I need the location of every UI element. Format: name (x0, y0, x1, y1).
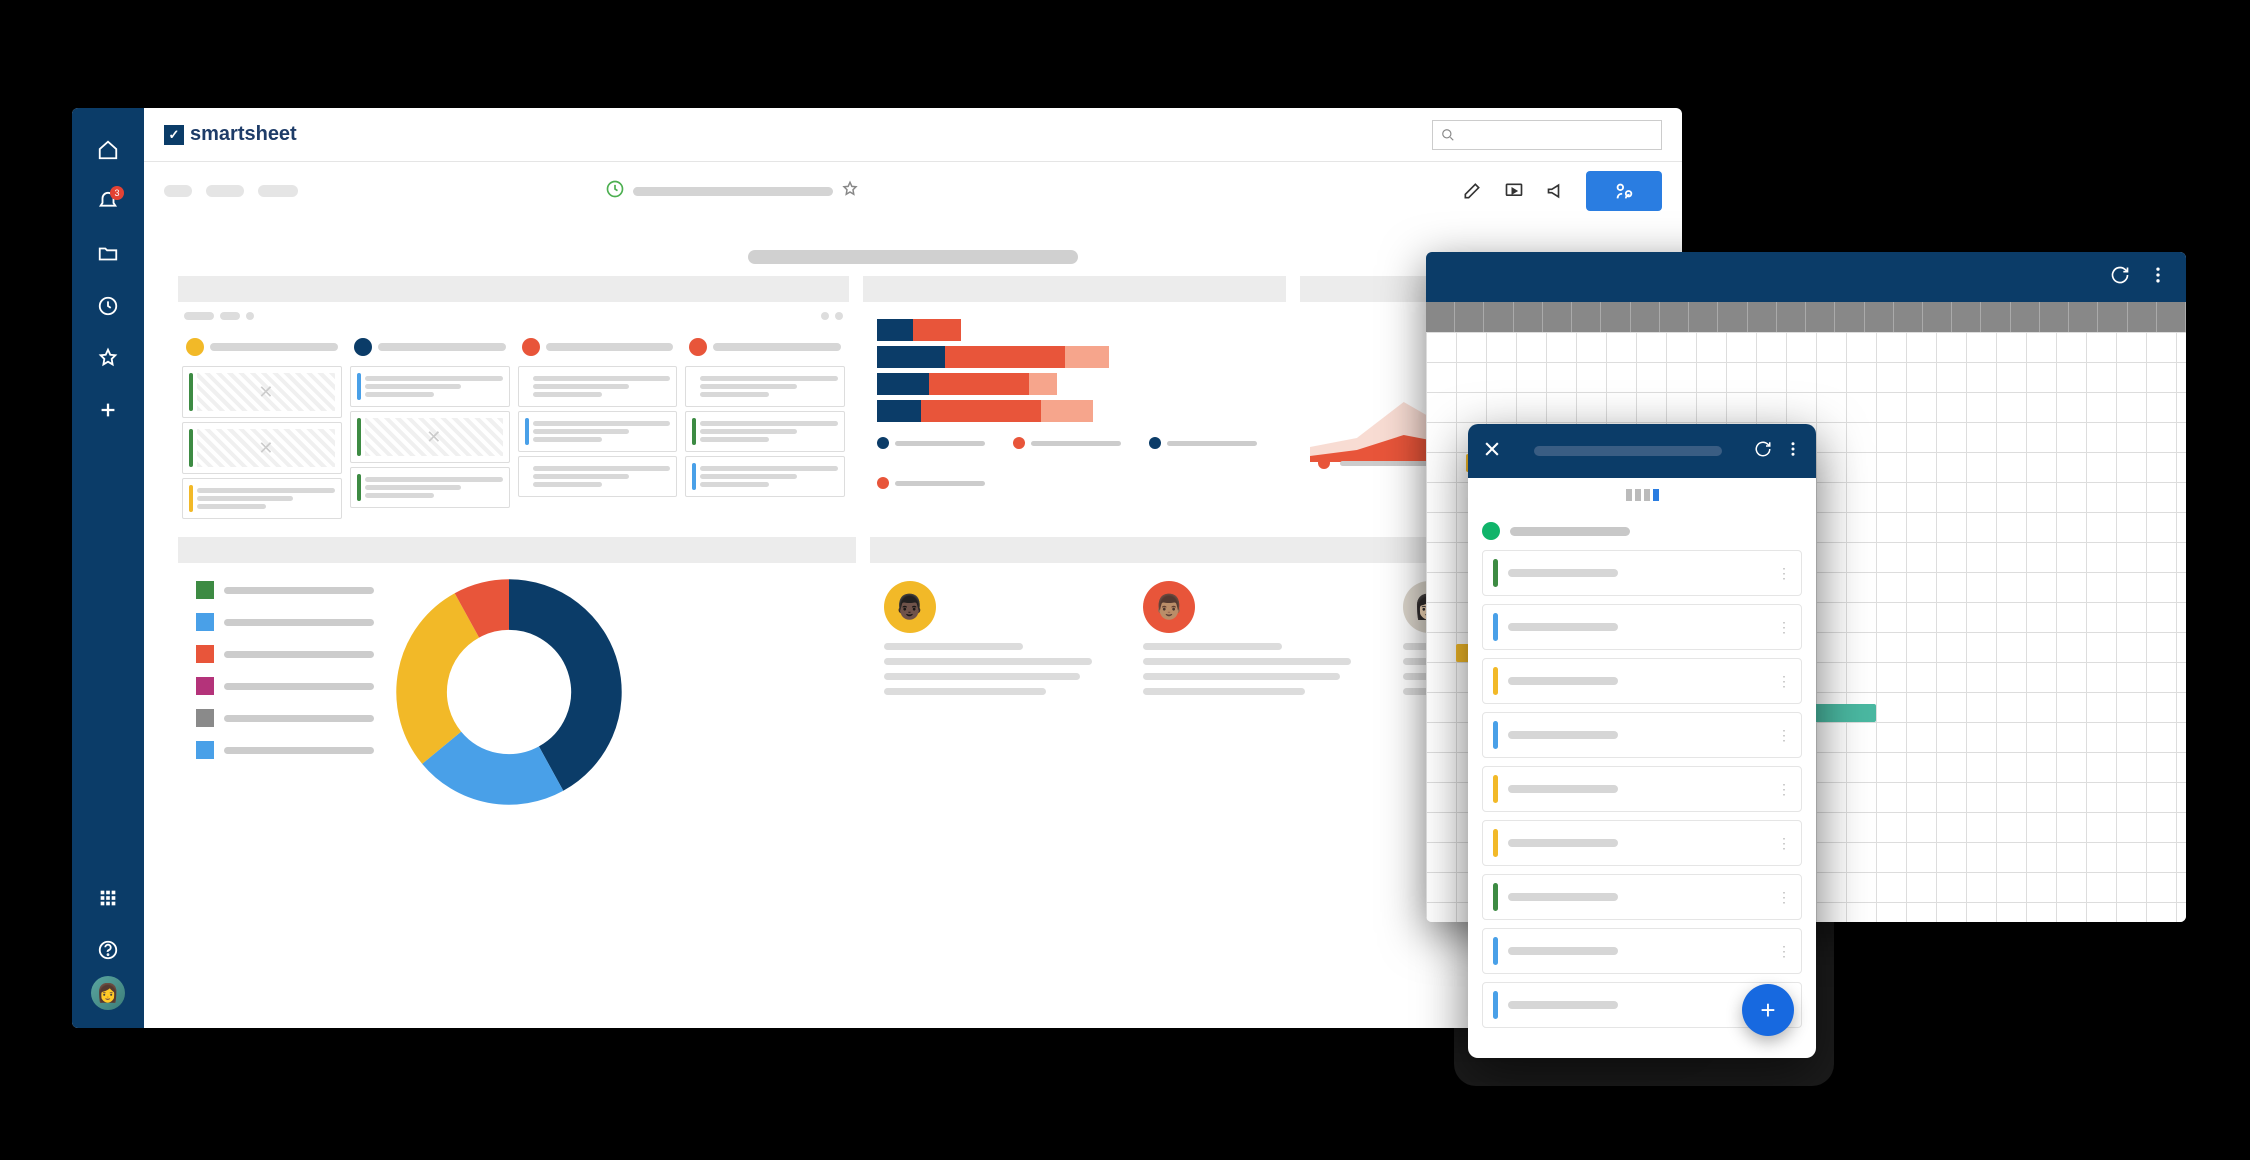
donut-widget (178, 537, 856, 807)
present-icon[interactable] (1502, 179, 1526, 203)
kanban-card[interactable] (518, 366, 678, 407)
kanban-card[interactable] (182, 478, 342, 519)
list-item[interactable]: ⋮ (1482, 658, 1802, 704)
kanban-card[interactable] (350, 467, 510, 508)
home-icon[interactable] (88, 130, 128, 170)
kanban-card[interactable] (182, 422, 342, 474)
brand-name: smartsheet (190, 123, 297, 146)
person-card[interactable]: 👨🏽 (1143, 581, 1374, 703)
more-icon[interactable] (1784, 440, 1802, 463)
refresh-icon[interactable] (2110, 265, 2130, 290)
kanban-card[interactable] (518, 411, 678, 452)
refresh-icon[interactable] (1754, 440, 1772, 463)
list-item[interactable]: ⋮ (1482, 712, 1802, 758)
list-item[interactable]: ⋮ (1482, 928, 1802, 974)
status-dot-icon (1482, 522, 1500, 540)
donut-legend (196, 577, 374, 759)
mobile-toolbar (1468, 424, 1816, 478)
notifications-icon[interactable]: 3 (88, 182, 128, 222)
close-icon[interactable] (1482, 439, 1502, 464)
kanban-column[interactable] (178, 332, 346, 523)
person-card[interactable]: 👨🏿 (884, 581, 1115, 703)
legend-item (196, 613, 374, 631)
share-button[interactable] (1586, 171, 1662, 211)
kanban-card[interactable] (350, 366, 510, 407)
notification-badge: 3 (110, 186, 124, 200)
status-label (1510, 527, 1630, 536)
topbar: smartsheet (144, 108, 1682, 162)
brand-logo[interactable]: smartsheet (164, 123, 297, 146)
legend-item (196, 741, 374, 759)
legend-item (196, 581, 374, 599)
favorites-icon[interactable] (88, 338, 128, 378)
star-icon[interactable] (841, 180, 859, 203)
kanban-card[interactable] (518, 456, 678, 497)
kanban-column[interactable] (346, 332, 514, 523)
list-item[interactable]: ⋮ (1482, 766, 1802, 812)
list-item[interactable]: ⋮ (1482, 874, 1802, 920)
announce-icon[interactable] (1544, 179, 1568, 203)
edit-icon[interactable] (1460, 179, 1484, 203)
breadcrumb[interactable] (206, 185, 244, 197)
recent-icon[interactable] (88, 286, 128, 326)
bar-chart-widget (863, 276, 1286, 523)
mobile-view: ⋮⋮⋮⋮⋮⋮⋮⋮⋮ + (1468, 424, 1816, 1058)
donut-chart (394, 577, 624, 807)
gantt-toolbar (1426, 252, 2186, 302)
search-icon (1441, 128, 1455, 142)
kanban-card[interactable] (182, 366, 342, 418)
apps-icon[interactable] (88, 878, 128, 918)
logo-mark-icon (164, 125, 184, 145)
legend-item (196, 645, 374, 663)
mobile-tabs[interactable] (1468, 478, 1816, 512)
clock-icon (605, 179, 625, 204)
kanban-board[interactable] (178, 324, 849, 523)
gantt-ruler (1426, 302, 2186, 332)
kanban-card[interactable] (685, 366, 845, 407)
bar-chart (863, 302, 1286, 495)
mobile-list: ⋮⋮⋮⋮⋮⋮⋮⋮⋮ (1468, 550, 1816, 1058)
add-button[interactable]: + (1742, 984, 1794, 1036)
kanban-card[interactable] (685, 411, 845, 452)
widget-header (178, 276, 849, 302)
kanban-card[interactable] (685, 456, 845, 497)
help-icon[interactable] (88, 930, 128, 970)
mobile-status-row[interactable] (1468, 512, 1816, 550)
list-item[interactable]: ⋮ (1482, 604, 1802, 650)
folder-icon[interactable] (88, 234, 128, 274)
breadcrumb[interactable] (258, 185, 298, 197)
kanban-column[interactable] (681, 332, 849, 523)
kanban-toolbar (178, 302, 849, 324)
kanban-card[interactable] (350, 411, 510, 463)
widget-header (863, 276, 1286, 302)
kanban-column[interactable] (514, 332, 682, 523)
mobile-title (1534, 446, 1722, 456)
list-item[interactable]: ⋮ (1482, 820, 1802, 866)
widget-header (178, 537, 856, 563)
legend-item (196, 709, 374, 727)
document-title[interactable] (633, 187, 833, 196)
kanban-widget (178, 276, 849, 523)
list-item[interactable]: ⋮ (1482, 550, 1802, 596)
main-sidebar: 3 👩 (72, 108, 144, 1028)
breadcrumb[interactable] (164, 185, 192, 197)
add-icon[interactable] (88, 390, 128, 430)
more-icon[interactable] (2148, 265, 2168, 290)
legend-item (196, 677, 374, 695)
area-legend (1318, 457, 1430, 469)
search-input[interactable] (1432, 120, 1662, 150)
toolbar (144, 162, 1682, 220)
user-avatar[interactable]: 👩 (91, 976, 125, 1010)
